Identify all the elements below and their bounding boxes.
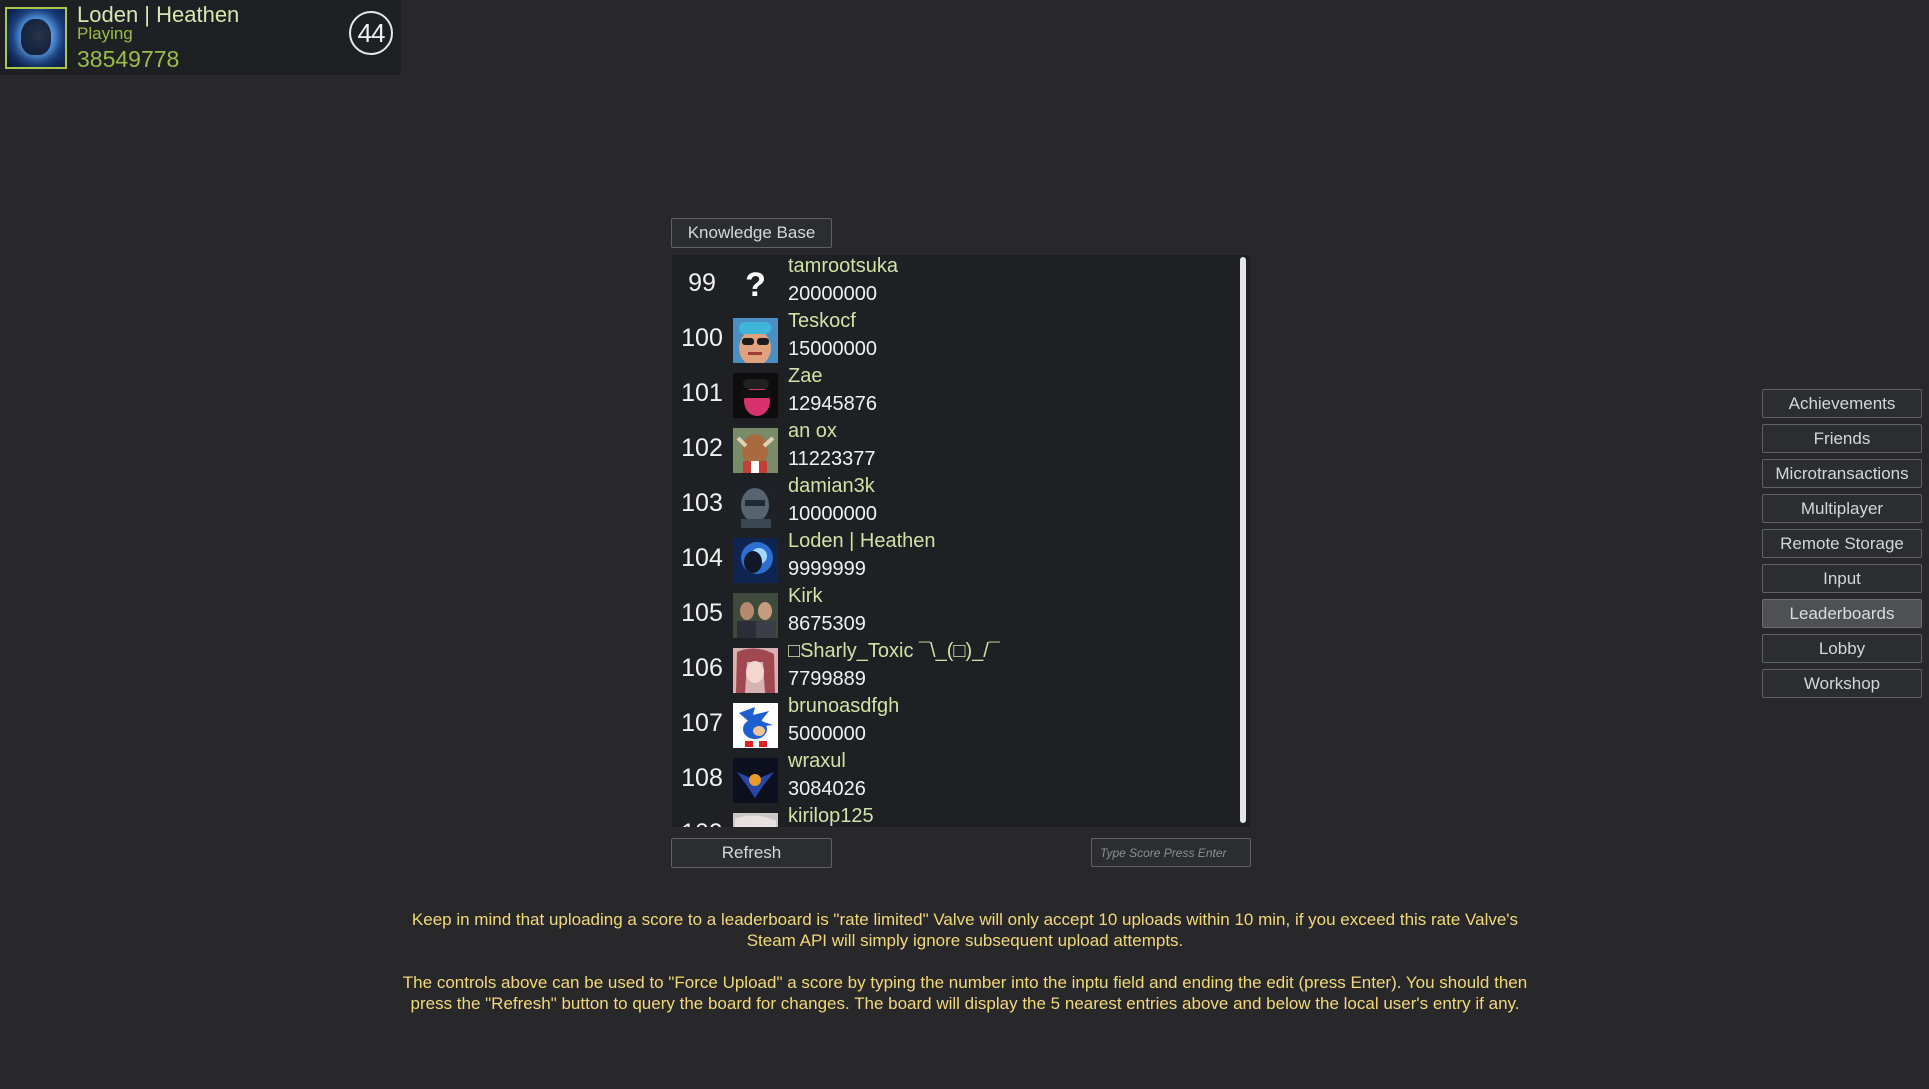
player-score: 15000000	[788, 338, 877, 360]
player-score: 20000000	[788, 283, 877, 305]
player-avatar	[733, 703, 778, 748]
player-avatar	[733, 373, 778, 418]
rank-label: 103	[681, 489, 723, 517]
player-score: 11223377	[788, 448, 876, 470]
menu-friends-button[interactable]: Friends	[1762, 424, 1922, 453]
menu-achievements-button[interactable]: Achievements	[1762, 389, 1922, 418]
player-avatar	[733, 593, 778, 638]
user-status: Playing	[77, 24, 133, 43]
leaderboard-row: 99 ? tamrootsuka 20000000	[672, 255, 1232, 310]
player-avatar	[733, 428, 778, 473]
player-score: 10000000	[788, 503, 877, 525]
rank-label: 108	[681, 764, 723, 792]
menu-lobby-button[interactable]: Lobby	[1762, 634, 1922, 663]
user-avatar	[5, 7, 67, 69]
leaderboard-row: 102 an ox 11223377	[672, 420, 1232, 475]
player-name: Zae	[788, 365, 823, 387]
player-score: 9999999	[788, 558, 866, 580]
rank-label: 109	[672, 819, 732, 827]
player-name: Kirk	[788, 585, 823, 607]
rank-label: 99	[688, 269, 716, 297]
leaderboard-row: 103 damian3k 10000000	[672, 475, 1232, 530]
player-score: 12945876	[788, 393, 877, 415]
leaderboard-row: 104 Loden | Heathen 9999999	[672, 530, 1232, 585]
menu-remote-storage-button[interactable]: Remote Storage	[1762, 529, 1922, 558]
player-score: 3084026	[788, 778, 866, 800]
rank-label: 107	[681, 709, 723, 737]
rank-label: 100	[681, 324, 723, 352]
player-name: tamrootsuka	[788, 255, 899, 277]
rate-limit-notice: Keep in mind that uploading a score to a…	[411, 910, 1519, 950]
player-avatar	[733, 483, 778, 528]
leaderboard-list[interactable]: 99 ? tamrootsuka 20000000 100 Teskocf 15…	[672, 255, 1250, 827]
player-name: wraxul	[788, 750, 846, 772]
player-name: kirilop125	[788, 805, 874, 827]
player-name: □Sharly_Toxic ¯\_(□)_/¯	[788, 640, 1000, 662]
player-name: an ox	[788, 420, 837, 442]
player-score: 7799889	[788, 668, 866, 690]
player-avatar	[733, 758, 778, 803]
player-avatar	[733, 538, 778, 583]
player-avatar	[733, 648, 778, 693]
user-level-badge: 44	[349, 11, 393, 55]
leaderboard-row: 106 □Sharly_Toxic ¯\_(□)_/¯ 7799889	[672, 640, 1232, 695]
player-name: damian3k	[788, 475, 875, 497]
player-avatar	[733, 813, 778, 827]
player-score: 5000000	[788, 723, 866, 745]
leaderboard-row: 107 brunoasdfgh 5000000	[672, 695, 1232, 750]
leaderboard-row: 101 Zae 12945876	[672, 365, 1232, 420]
rank-label: 105	[681, 599, 723, 627]
player-name: Teskocf	[788, 310, 856, 332]
menu-multiplayer-button[interactable]: Multiplayer	[1762, 494, 1922, 523]
menu-microtransactions-button[interactable]: Microtransactions	[1762, 459, 1922, 488]
rank-label: 106	[681, 654, 723, 682]
player-score: 8675309	[788, 613, 866, 635]
user-score: 38549778	[77, 46, 180, 72]
leaderboard-row: 109 kirilop125	[672, 805, 1232, 827]
menu-leaderboards-button[interactable]: Leaderboards	[1762, 599, 1922, 628]
question-mark-icon: ?	[745, 266, 766, 304]
player-avatar	[733, 318, 778, 363]
leaderboard-row: 105 Kirk 8675309	[672, 585, 1232, 640]
player-name: brunoasdfgh	[788, 695, 900, 717]
leaderboard-scrollbar[interactable]	[1240, 257, 1246, 823]
menu-input-button[interactable]: Input	[1762, 564, 1922, 593]
score-input[interactable]	[1091, 838, 1251, 867]
user-card: Loden | Heathen Playing 38549778 44	[0, 0, 401, 75]
rank-label: 101	[681, 379, 723, 407]
refresh-button[interactable]: Refresh	[671, 838, 832, 868]
player-name: Loden | Heathen	[788, 530, 936, 552]
knowledge-base-button[interactable]: Knowledge Base	[671, 218, 832, 248]
leaderboard-row: 100 Teskocf 15000000	[672, 310, 1232, 365]
rank-label: 104	[681, 544, 723, 572]
force-upload-instructions: The controls above can be used to "Force…	[402, 973, 1528, 1013]
leaderboard-row: 108 wraxul 3084026	[672, 750, 1232, 805]
rank-label: 102	[681, 434, 723, 462]
menu-workshop-button[interactable]: Workshop	[1762, 669, 1922, 698]
